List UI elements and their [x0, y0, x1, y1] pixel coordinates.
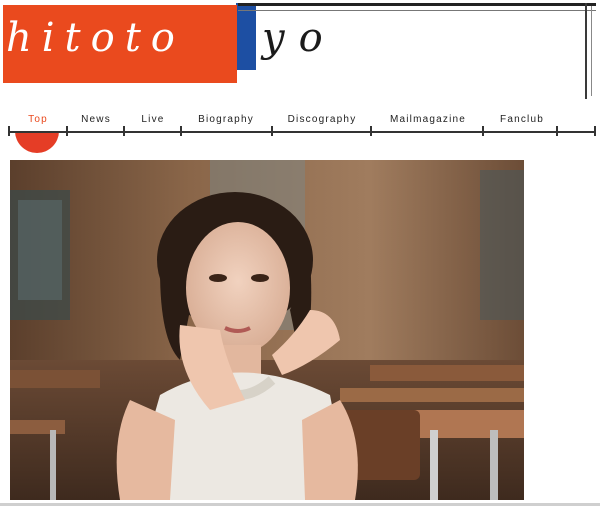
nav-tick	[271, 126, 273, 136]
nav-item-discography[interactable]: Discography	[288, 114, 357, 125]
main-nav: Top News Live Biography Discography Mail…	[0, 110, 600, 153]
nav-tick	[66, 126, 68, 136]
nav-item-mailmagazine[interactable]: Mailmagazine	[390, 114, 466, 125]
logo-blue-bar	[236, 3, 256, 70]
hero-photo	[10, 160, 524, 500]
logo-text-right[interactable]: yo	[262, 8, 337, 68]
header-frame-right	[585, 3, 587, 99]
nav-tick	[180, 126, 182, 136]
nav-tick	[556, 126, 558, 136]
nav-item-fanclub[interactable]: Fanclub	[500, 114, 544, 125]
nav-tick	[8, 126, 10, 136]
nav-item-biography[interactable]: Biography	[198, 114, 254, 125]
header-frame-right-inner	[591, 6, 592, 96]
active-nav-indicator	[15, 131, 59, 153]
header-frame-top	[238, 3, 596, 6]
logo-text-left[interactable]: hitoto	[6, 8, 185, 68]
nav-item-news[interactable]: News	[81, 114, 111, 125]
nav-rule	[8, 131, 596, 133]
hero-photo-illustration	[10, 160, 524, 500]
nav-tick	[370, 126, 372, 136]
site-header: hitoto yo	[0, 0, 600, 100]
nav-item-live[interactable]: Live	[141, 114, 164, 125]
nav-tick	[123, 126, 125, 136]
nav-tick	[482, 126, 484, 136]
nav-tick	[594, 126, 596, 136]
nav-item-top[interactable]: Top	[28, 114, 48, 125]
